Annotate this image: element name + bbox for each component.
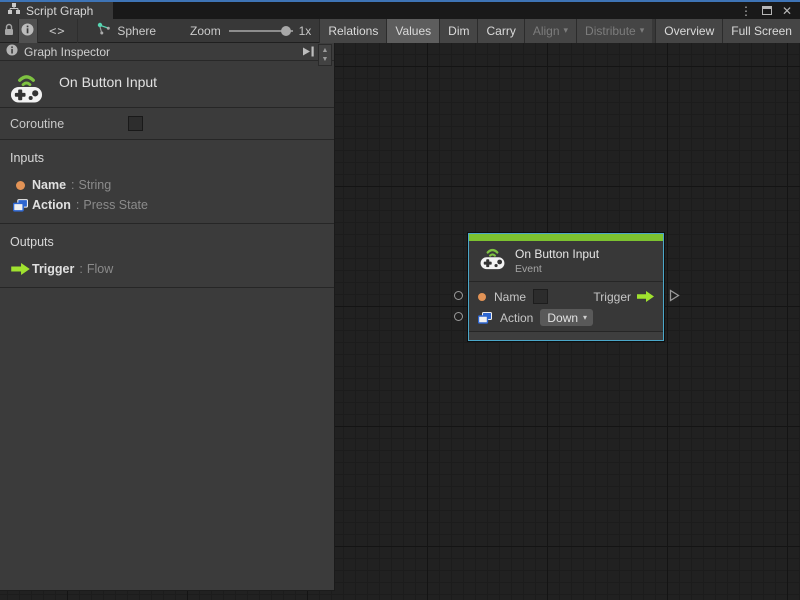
chevron-down-icon: ▾ — [583, 313, 588, 322]
zoom-slider[interactable] — [228, 25, 293, 37]
zoom-value: 1x — [298, 23, 312, 38]
tab-bar: Script Graph ⋮ ✕ — [0, 0, 800, 19]
relations-label: Relations — [328, 23, 379, 38]
flow-port-icon — [8, 263, 32, 275]
distribute-dropdown-button[interactable]: Distribute ▾ — [576, 18, 653, 43]
outputs-title: Outputs — [10, 235, 54, 249]
inspector-header[interactable]: Graph Inspector ▲ ▼ — [0, 43, 334, 66]
maximize-icon[interactable] — [761, 6, 772, 15]
port-row-name: Name : String — [0, 175, 334, 195]
align-label: Align — [532, 23, 560, 38]
code-icon: <> — [49, 23, 66, 38]
values-label: Values — [395, 23, 432, 38]
script-graph-asset-icon — [97, 22, 111, 39]
zoom-slider-thumb[interactable] — [280, 25, 291, 36]
port-colon: : — [79, 262, 83, 276]
relations-button[interactable]: Relations — [319, 18, 387, 43]
object-port-icon[interactable] — [478, 311, 492, 324]
node-subtitle: Event — [515, 262, 542, 275]
inspector-toggle-button[interactable] — [18, 18, 38, 43]
port-type: Press State — [83, 198, 148, 212]
object-port-icon — [8, 198, 32, 212]
port-name: Trigger — [32, 262, 75, 276]
dim-button[interactable]: Dim — [439, 18, 478, 43]
node-body: Name Trigger Action Down ▾ — [469, 282, 663, 331]
inputs-section: Inputs Name : String Action : Press Stat… — [0, 140, 334, 224]
full-screen-label: Full Screen — [731, 23, 792, 38]
coroutine-row: Coroutine — [0, 108, 334, 140]
chevron-down-icon: ▾ — [563, 25, 569, 35]
graph-hierarchy-icon — [8, 3, 20, 18]
port-name: Name — [32, 178, 67, 192]
node-on-button-input[interactable]: On Button Input Event Name Trigger Actio… — [454, 233, 680, 341]
port-type: Flow — [86, 262, 114, 276]
inspector-scrubber[interactable]: ▲ ▼ — [318, 43, 332, 66]
name-port-connector[interactable] — [454, 291, 463, 300]
unit-header: On Button Input — [0, 61, 334, 108]
node-header[interactable]: On Button Input Event — [469, 241, 663, 282]
port-colon: : — [75, 198, 80, 212]
graph-toolbar: <> Sphere Zoom 1x Relations Values Dim C… — [0, 18, 800, 43]
carry-button[interactable]: Carry — [477, 18, 524, 43]
node-footer — [469, 331, 663, 340]
gamepad-icon — [479, 246, 506, 275]
trigger-port-connector[interactable] — [669, 289, 680, 307]
arrow-up-icon[interactable]: ▲ — [322, 47, 329, 54]
value-port-icon[interactable] — [478, 292, 486, 301]
info-icon — [21, 23, 34, 39]
name-port-label: Name — [494, 289, 527, 304]
port-type: String — [78, 178, 112, 192]
value-port-icon — [8, 180, 32, 190]
graph-target-label: Sphere — [117, 23, 157, 38]
coroutine-label: Coroutine — [10, 116, 65, 131]
info-icon — [6, 44, 18, 59]
graph-inspector-panel: Graph Inspector ▲ ▼ On Button Input Coro… — [0, 43, 335, 591]
node-row-name: Name Trigger — [469, 286, 663, 307]
overview-button[interactable]: Overview — [655, 18, 723, 43]
unit-title: On Button Input — [59, 74, 158, 90]
gamepad-icon — [10, 71, 43, 108]
arrow-down-icon[interactable]: ▼ — [322, 56, 329, 63]
action-dropdown-value: Down — [547, 310, 579, 325]
dim-label: Dim — [448, 23, 470, 38]
graph-target-breadcrumb[interactable]: Sphere — [97, 22, 156, 39]
port-name: Action — [32, 198, 71, 212]
full-screen-button[interactable]: Full Screen — [722, 18, 800, 43]
overview-label: Overview — [664, 23, 715, 38]
inputs-title: Inputs — [10, 151, 45, 165]
trigger-port-label: Trigger — [593, 289, 631, 304]
tab-script-graph[interactable]: Script Graph — [0, 2, 113, 19]
align-dropdown-button[interactable]: Align ▾ — [523, 18, 577, 43]
name-inline-input[interactable] — [533, 289, 549, 304]
dock-panel-button[interactable] — [298, 44, 318, 60]
flow-port-icon[interactable] — [637, 291, 654, 302]
carry-label: Carry — [486, 23, 516, 38]
distribute-label: Distribute — [585, 23, 636, 38]
node-titles: On Button Input Event — [515, 247, 599, 275]
port-row-action: Action : Press State — [0, 195, 334, 215]
window-controls: ⋮ ✕ — [740, 0, 800, 19]
lock-button[interactable] — [0, 18, 19, 43]
toolbar-button-group: Relations Values Dim Carry Align ▾ Distr… — [319, 18, 800, 43]
outputs-section: Outputs Trigger : Flow — [0, 224, 334, 288]
action-port-label: Action — [500, 310, 534, 325]
node-row-action: Action Down ▾ — [469, 307, 663, 328]
window-focus-highlight — [0, 0, 800, 2]
action-port-connector[interactable] — [454, 312, 463, 321]
node-event-colorbar — [469, 234, 663, 241]
close-icon[interactable]: ✕ — [782, 5, 792, 17]
values-button[interactable]: Values — [386, 18, 440, 43]
node-title: On Button Input — [515, 246, 600, 261]
lock-icon — [3, 23, 15, 39]
tab-label: Script Graph — [26, 3, 94, 18]
coroutine-checkbox[interactable] — [128, 116, 143, 131]
zoom-label: Zoom — [190, 23, 221, 38]
chevron-down-icon: ▾ — [639, 25, 645, 35]
view-source-button[interactable]: <> — [38, 18, 79, 43]
inspector-title: Graph Inspector — [24, 44, 111, 59]
action-dropdown[interactable]: Down ▾ — [540, 309, 594, 326]
port-colon: : — [71, 178, 75, 192]
window-menu-icon[interactable]: ⋮ — [740, 5, 752, 17]
port-row-trigger: Trigger : Flow — [0, 259, 334, 279]
